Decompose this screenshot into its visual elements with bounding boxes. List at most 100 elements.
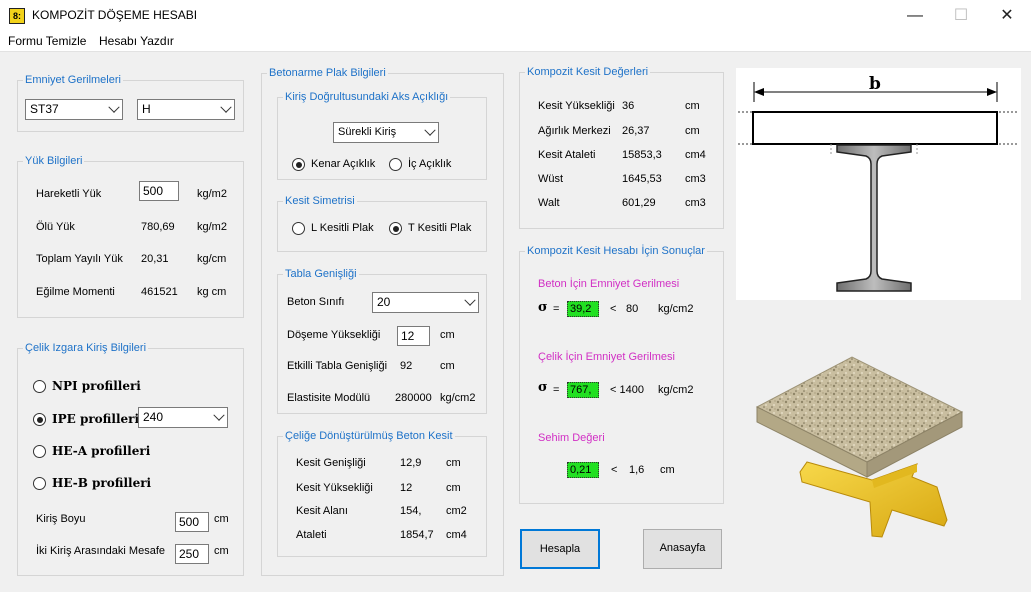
concrete-stress-unit: kg/cm2	[658, 303, 694, 315]
ipe-label: IPE profilleri	[52, 412, 140, 426]
concrete-less-than: <	[610, 303, 617, 315]
deflection-less-than: <	[611, 464, 618, 476]
w-bottom-value: 601,29	[622, 197, 656, 209]
concrete-class-select[interactable]: 20	[372, 292, 479, 313]
transformed-inertia-unit: cm4	[446, 529, 467, 541]
deflection-title: Sehim Değeri	[538, 432, 605, 444]
load-case-select-value: H	[142, 102, 151, 116]
transformed-height-label: Kesit Yüksekliği	[296, 482, 373, 494]
chevron-down-icon	[464, 294, 476, 306]
dead-load-value: 780,69	[141, 221, 175, 233]
dead-load-label: Ölü Yük	[36, 221, 75, 233]
effective-width-label: Etkilli Tabla Genişliği	[287, 360, 388, 372]
npi-label: NPI profilleri	[52, 379, 141, 393]
composite-height-unit: cm	[685, 100, 700, 112]
effective-width-value: 92	[400, 360, 413, 372]
beam-length-unit: cm	[214, 513, 229, 525]
edge-span-radio[interactable]	[292, 158, 305, 171]
centroid-label: Ağırlık Merkezi	[538, 125, 611, 137]
transformed-inertia-label: Ataleti	[296, 529, 327, 541]
composite-inertia-unit: cm4	[685, 149, 706, 161]
group-simetri-legend: Kesit Simetrisi	[285, 195, 355, 207]
slab-illustration	[755, 356, 964, 538]
hea-label: HE-A profilleri	[52, 444, 151, 458]
window-title: KOMPOZİT DÖŞEME HESABI	[32, 8, 198, 22]
ipe-profile-select[interactable]: 240	[138, 407, 228, 428]
steel-stress-title: Çelik İçin Emniyet Gerilmesi	[538, 351, 675, 363]
home-button[interactable]: Anasayfa	[643, 529, 722, 569]
span-type-value: Sürekli Kiriş	[338, 126, 397, 138]
ipe-radio[interactable]	[33, 413, 46, 426]
beam-spacing-unit: cm	[214, 545, 229, 557]
deflection-unit: cm	[660, 464, 675, 476]
group-yuk-legend: Yük Bilgileri	[25, 155, 83, 167]
moving-load-input[interactable]: 500	[139, 181, 179, 201]
steel-equals: =	[553, 384, 560, 396]
group-kompozit-legend: Kompozit Kesit Değerleri	[527, 66, 649, 78]
edge-span-label: Kenar Açıklık	[311, 158, 376, 170]
group-tabla-legend: Tabla Genişliği	[285, 268, 357, 280]
centroid-value: 26,37	[622, 125, 650, 137]
composite-inertia-label: Kesit Ataleti	[538, 149, 596, 161]
deflection-value: 0,21	[567, 462, 599, 478]
transformed-inertia-value: 1854,7	[400, 529, 434, 541]
inner-span-label: İç Açıklık	[408, 158, 452, 170]
group-sonuclar-legend: Kompozit Kesit Hesabı İçin Sonuçlar	[527, 245, 705, 257]
transformed-width-value: 12,9	[400, 457, 422, 469]
transformed-area-label: Kesit Alanı	[296, 505, 348, 517]
transformed-area-unit: cm2	[446, 505, 467, 517]
moment-unit: kg cm	[197, 286, 227, 298]
total-load-label: Toplam Yayılı Yük	[36, 253, 123, 265]
beam-spacing-input[interactable]: 250	[175, 544, 209, 564]
total-load-value: 20,31	[141, 253, 169, 265]
steel-stress-unit: kg/cm2	[658, 384, 694, 396]
composite-inertia-value: 15853,3	[622, 149, 662, 161]
moving-load-unit: kg/m2	[197, 188, 227, 200]
beam-length-label: Kiriş Boyu	[36, 513, 86, 525]
w-bottom-unit: cm3	[685, 197, 706, 209]
concrete-stress-title: Beton İçin Emniyet Gerilmesi	[538, 278, 680, 290]
t-section-radio[interactable]	[389, 222, 402, 235]
beam-spacing-label: İki Kiriş Arasındaki Mesafe	[36, 545, 165, 557]
inner-span-radio[interactable]	[389, 158, 402, 171]
steel-sigma-symbol: σ	[538, 380, 548, 395]
maximize-button[interactable]: ☐	[938, 0, 984, 31]
hea-radio[interactable]	[33, 445, 46, 458]
w-top-label: Wüst	[538, 173, 564, 185]
slab-height-unit: cm	[440, 329, 455, 341]
npi-radio[interactable]	[33, 380, 46, 393]
w-bottom-label: Walt	[538, 197, 560, 209]
minimize-button[interactable]: —	[892, 0, 938, 31]
dead-load-unit: kg/m2	[197, 221, 227, 233]
app-icon: 8:	[9, 8, 25, 24]
concrete-class-value: 20	[377, 295, 391, 309]
close-button[interactable]: ✕	[984, 0, 1030, 31]
beam-length-input[interactable]: 500	[175, 512, 209, 532]
steel-select[interactable]: ST37	[25, 99, 123, 120]
slab-height-input[interactable]: 12	[397, 326, 430, 346]
heb-radio[interactable]	[33, 477, 46, 490]
group-betonarme-legend: Betonarme Plak Bilgileri	[269, 67, 386, 79]
l-section-label: L Kesitli Plak	[311, 222, 374, 234]
menu-clear-form[interactable]: Formu Temizle	[8, 34, 86, 48]
transformed-height-value: 12	[400, 482, 413, 494]
calculate-button[interactable]: Hesapla	[520, 529, 600, 569]
transformed-area-value: 154,	[400, 505, 422, 517]
elastic-modulus-unit: kg/cm2	[440, 392, 476, 404]
concrete-equals: =	[553, 303, 560, 315]
concrete-class-label: Beton Sınıfı	[287, 296, 345, 308]
span-type-select[interactable]: Sürekli Kiriş	[333, 122, 439, 143]
cross-section-drawing: b	[736, 68, 1021, 300]
width-b-label: b	[869, 74, 881, 94]
steel-stress-value: 767,	[567, 382, 599, 398]
transformed-height-unit: cm	[446, 482, 461, 494]
total-load-unit: kg/cm	[197, 253, 227, 265]
load-case-select[interactable]: H	[137, 99, 235, 120]
moment-value: 461521	[141, 286, 178, 298]
l-section-radio[interactable]	[292, 222, 305, 235]
ipe-profile-value: 240	[143, 410, 164, 424]
slab-height-label: Döşeme Yüksekliği	[287, 329, 381, 341]
menu-print[interactable]: Hesabı Yazdır	[99, 34, 174, 48]
deflection-limit: 1,6	[629, 464, 645, 476]
steel-stress-limit: < 1400	[610, 384, 644, 396]
